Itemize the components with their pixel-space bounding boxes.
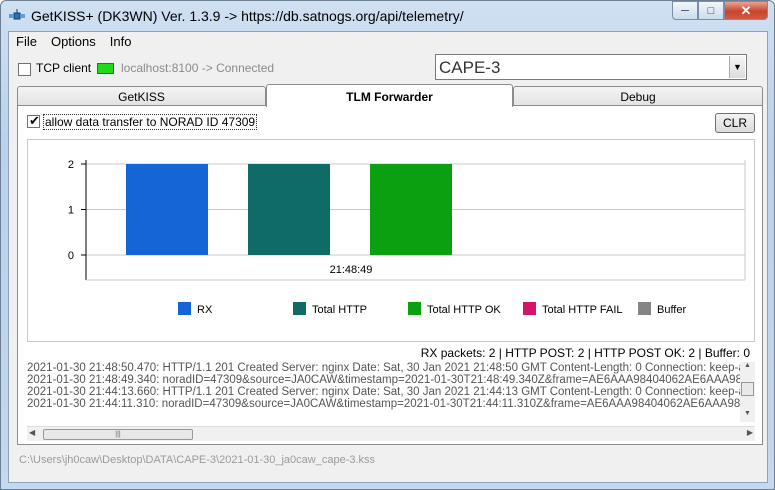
legend-label: Total HTTP OK	[427, 304, 501, 316]
checkmark-icon: ✔	[29, 113, 40, 128]
close-button[interactable]: ✕	[724, 1, 768, 20]
bar-total-http	[248, 164, 330, 255]
connection-status: localhost:8100 -> Connected	[121, 61, 275, 75]
log-line: 2021-01-30 21:48:50.470: HTTP/1.1 201 Cr…	[27, 362, 755, 374]
file-path: C:\Users\jh0caw\Desktop\DATA\CAPE-3\2021…	[19, 454, 376, 466]
menu-file[interactable]: File	[9, 32, 44, 52]
tab-getkiss[interactable]: GetKISS	[17, 86, 266, 106]
connection-row: TCP client localhost:8100 -> Connected C…	[9, 52, 767, 84]
x-tick-label: 21:48:49	[330, 264, 373, 276]
scroll-up-icon[interactable]: ▲	[740, 362, 755, 374]
tcp-client-checkbox[interactable]	[18, 63, 31, 76]
log-list[interactable]: 2021-01-30 21:48:50.470: HTTP/1.1 201 Cr…	[27, 362, 755, 422]
allow-transfer-checkbox[interactable]: ✔	[27, 113, 40, 128]
scroll-thumb-horizontal[interactable]: |||	[43, 429, 193, 440]
title-bar[interactable]: GetKISS+ (DK3WN) Ver. 1.3.9 -> https://d…	[1, 1, 774, 31]
status-bar: C:\Users\jh0caw\Desktop\DATA\CAPE-3\2021…	[9, 450, 767, 482]
legend-swatch	[408, 302, 421, 315]
legend-swatch	[178, 302, 191, 315]
packet-stats: RX packets: 2 | HTTP POST: 2 | HTTP POST…	[420, 346, 750, 360]
bar-rx	[126, 164, 208, 255]
client-area: File Options Info TCP client localhost:8…	[8, 31, 768, 483]
window-title: GetKISS+ (DK3WN) Ver. 1.3.9 -> https://d…	[31, 8, 464, 24]
y-tick-label: 0	[68, 250, 74, 262]
clear-button[interactable]: CLR	[715, 113, 755, 133]
legend-label: Buffer	[657, 304, 686, 316]
log-line: 2021-01-30 21:44:11.310: noradID=47309&s…	[27, 398, 755, 410]
allow-transfer-label[interactable]: allow data transfer to NORAD ID 47309	[43, 114, 258, 130]
menu-bar: File Options Info	[9, 32, 767, 52]
chart-svg: 0 1 2 21:48:49 RX Total HTTP Total HTTP OK Tota…	[68, 159, 746, 316]
log-vertical-scrollbar[interactable]: ▲ ▼	[740, 362, 755, 422]
connection-led-indicator	[97, 63, 114, 74]
scroll-right-icon[interactable]: ▶	[747, 428, 753, 437]
legend-swatch	[638, 302, 651, 315]
dropdown-arrow-icon[interactable]: ▼	[729, 56, 745, 78]
legend-label: Total HTTP FAIL	[542, 304, 623, 316]
legend-swatch	[523, 302, 536, 315]
telemetry-chart: 0 1 2 21:48:49 RX Total HTTP Total HTTP OK Tota…	[27, 139, 755, 342]
bar-total-http-ok	[370, 164, 452, 255]
tab-strip: GetKISS TLM Forwarder Debug	[17, 84, 763, 107]
menu-options[interactable]: Options	[44, 32, 103, 52]
tcp-client-label[interactable]: TCP client	[36, 61, 91, 75]
log-line: 2021-01-30 21:48:49.340: noradID=47309&s…	[27, 374, 755, 386]
log-line: 2021-01-30 21:44:13.660: HTTP/1.1 201 Cr…	[27, 386, 755, 398]
legend-label: RX	[197, 304, 213, 316]
satellite-app-icon	[9, 9, 25, 20]
y-tick-label: 1	[68, 205, 74, 217]
satellite-select[interactable]: CAPE-3 ▼	[435, 54, 747, 80]
log-horizontal-scrollbar[interactable]: ◀ ||| ▶	[27, 426, 755, 441]
app-window: GetKISS+ (DK3WN) Ver. 1.3.9 -> https://d…	[0, 0, 775, 490]
satellite-select-value: CAPE-3	[439, 58, 501, 77]
window-controls: ─ □ ✕	[672, 1, 768, 21]
maximize-button[interactable]: □	[698, 1, 724, 20]
menu-info[interactable]: Info	[103, 32, 139, 52]
tlm-forwarder-panel: ✔ allow data transfer to NORAD ID 47309 …	[17, 105, 763, 445]
y-tick-label: 2	[68, 159, 74, 171]
scroll-thumb[interactable]	[741, 382, 754, 396]
tab-debug[interactable]: Debug	[513, 86, 763, 106]
scroll-left-icon[interactable]: ◀	[29, 428, 35, 437]
minimize-button[interactable]: ─	[672, 1, 698, 20]
legend-label: Total HTTP	[312, 304, 367, 316]
tab-tlm-forwarder[interactable]: TLM Forwarder	[266, 84, 513, 107]
scroll-down-icon[interactable]: ▼	[740, 410, 755, 422]
legend-swatch	[293, 302, 306, 315]
